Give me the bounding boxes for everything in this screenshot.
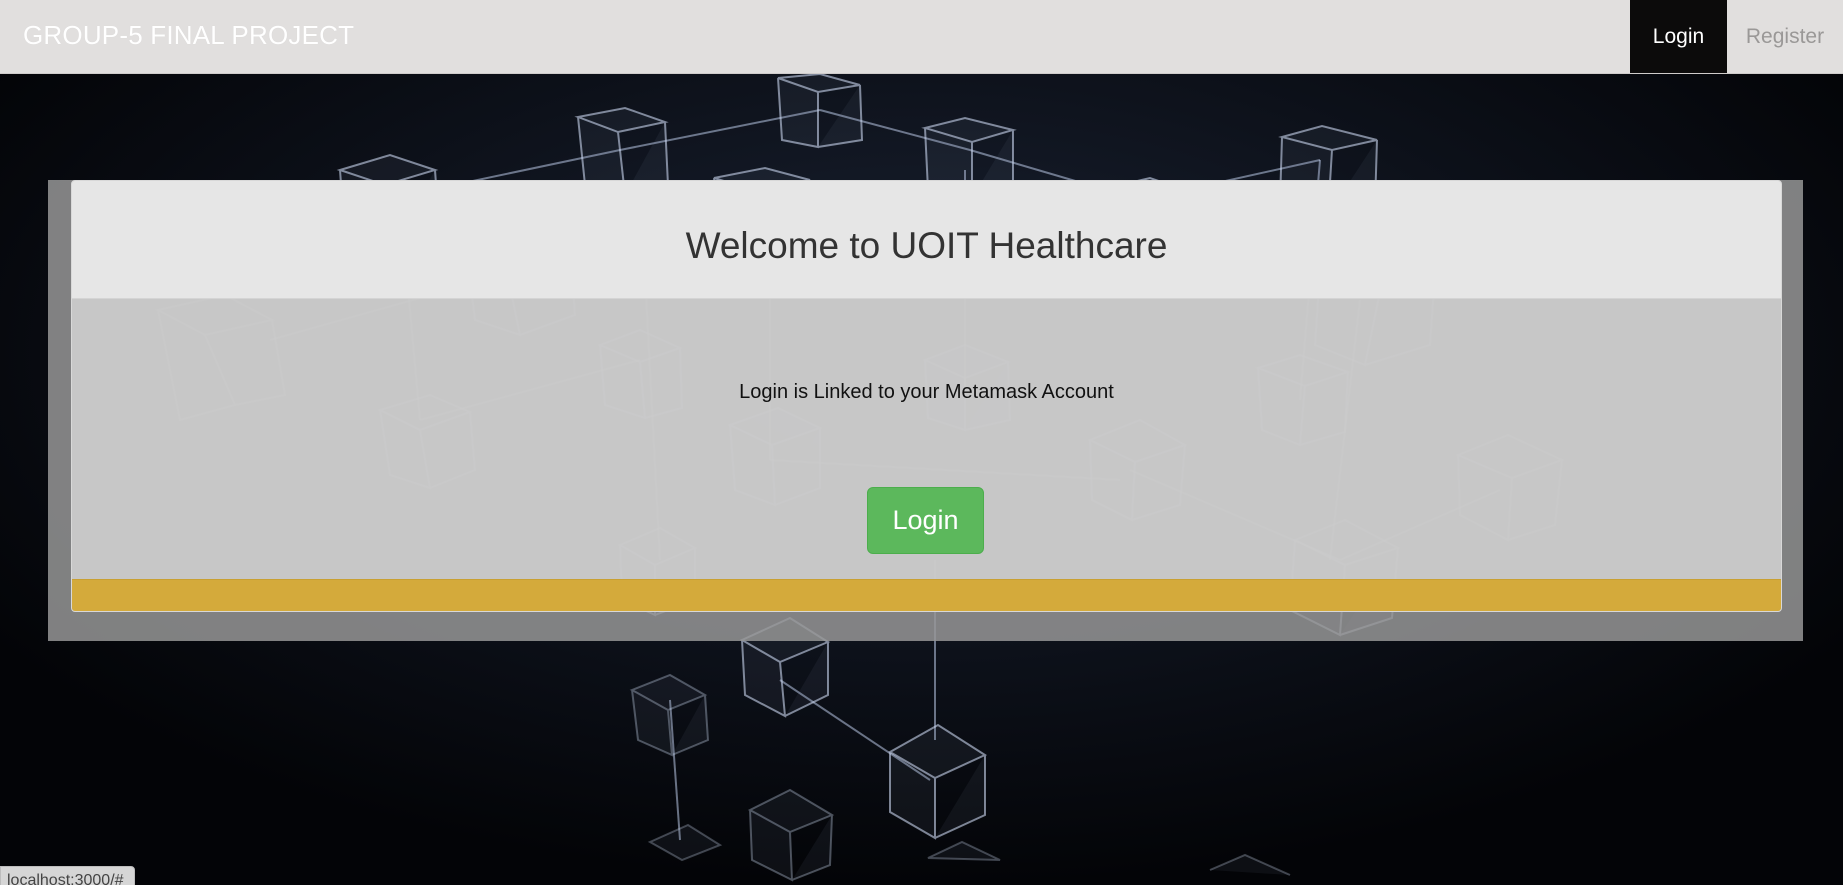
metamask-info-text: Login is Linked to your Metamask Account [739,381,1114,403]
top-navbar: GROUP-5 FINAL PROJECT Login Register [0,0,1843,74]
brand-title[interactable]: GROUP-5 FINAL PROJECT [23,20,354,51]
login-button[interactable]: Login [867,487,984,554]
welcome-card: Welcome to UOIT Healthcare Login is Link… [71,180,1782,612]
card-footer [72,579,1781,611]
card-header: Welcome to UOIT Healthcare [72,181,1781,299]
nav-register-link[interactable]: Register [1727,0,1843,73]
nav-login-link[interactable]: Login [1630,0,1727,73]
status-url: localhost:3000/# [0,866,135,885]
page-title: Welcome to UOIT Healthcare [685,225,1168,266]
